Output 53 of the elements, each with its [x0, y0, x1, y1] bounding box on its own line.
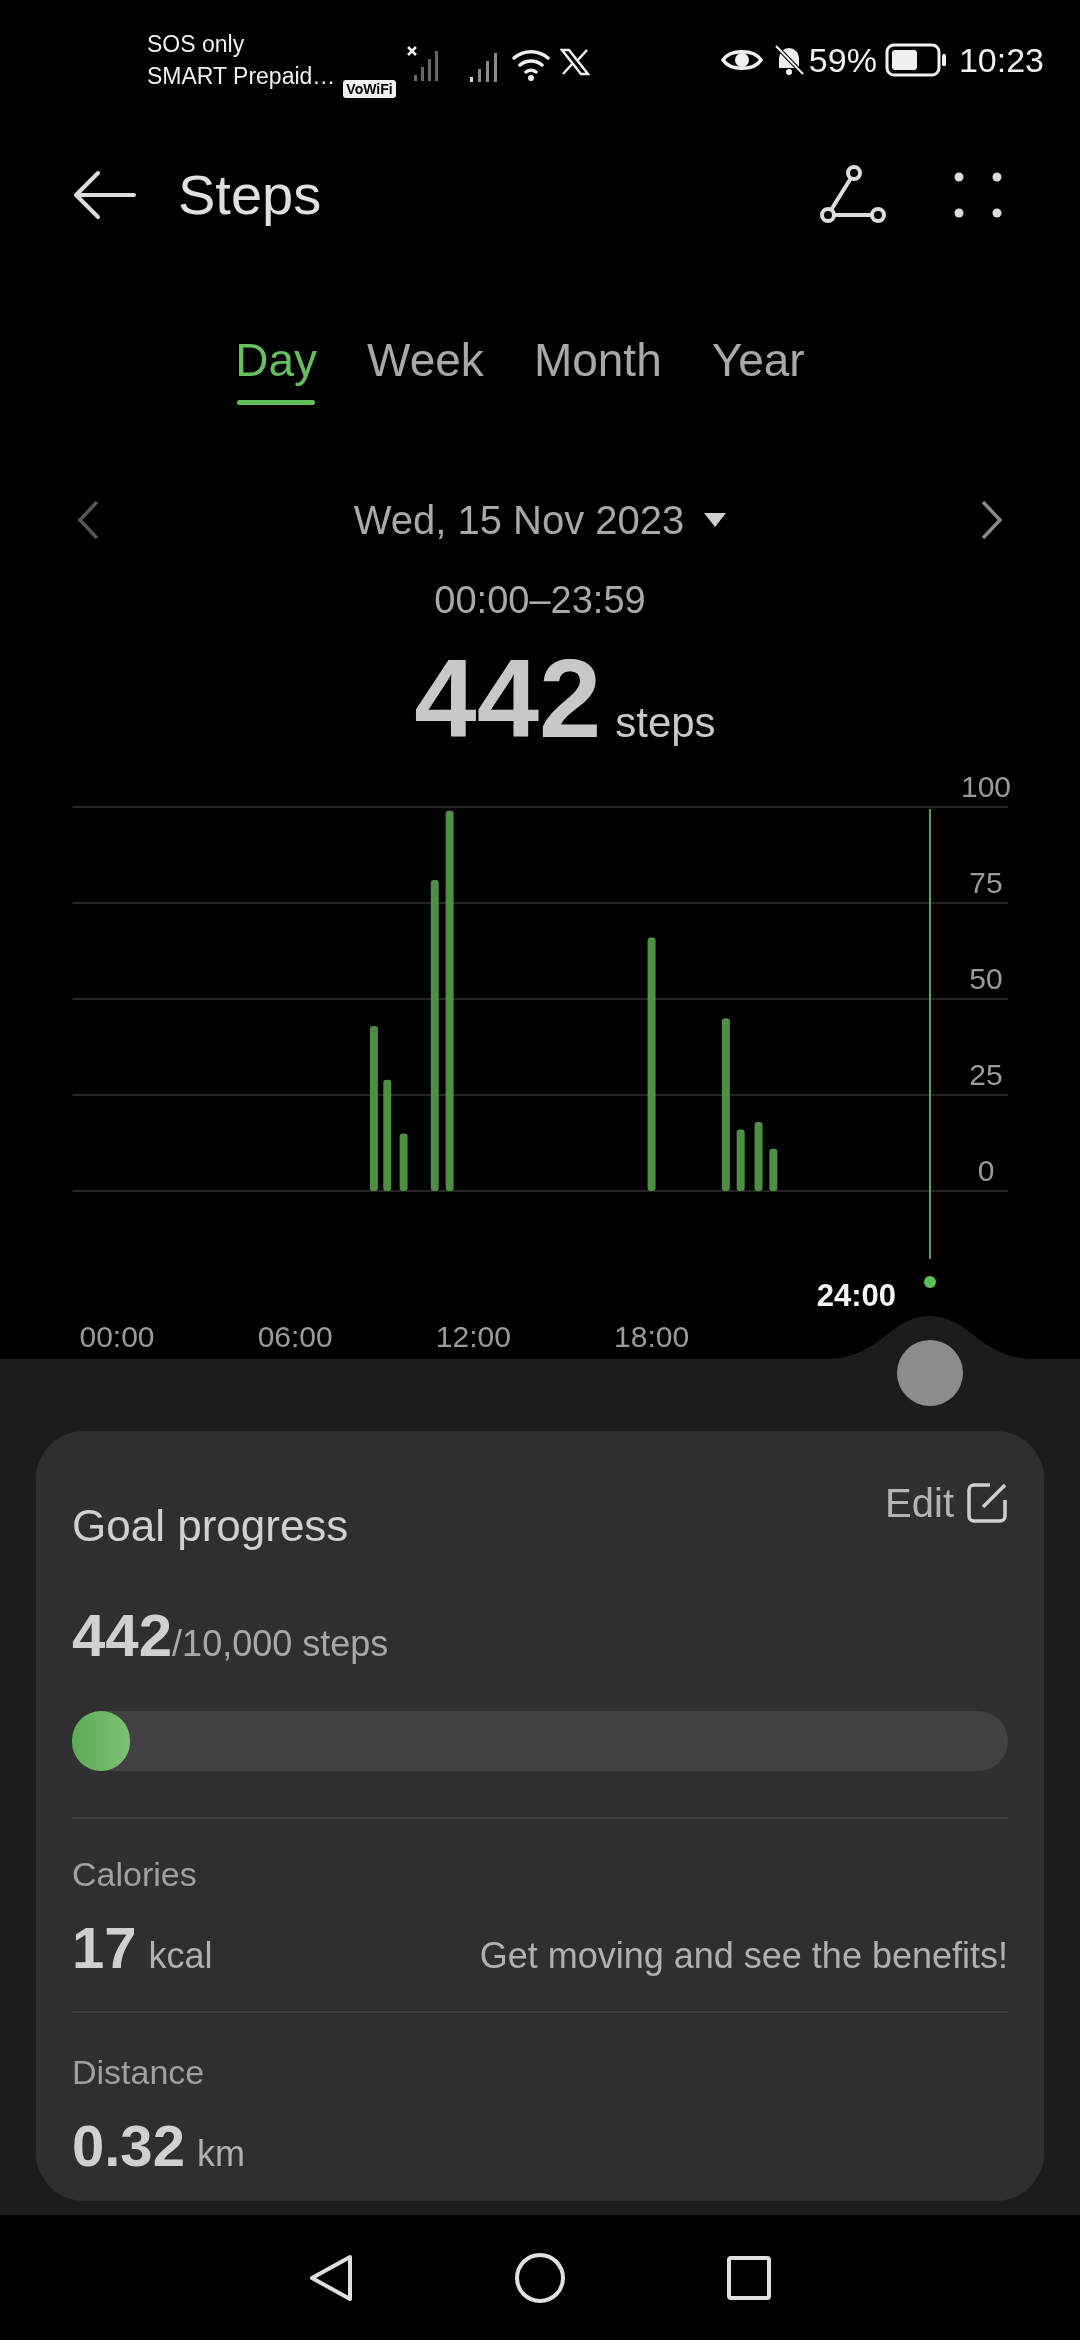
back-arrow-icon: [72, 170, 136, 220]
stat-label: Distance: [72, 2052, 206, 2093]
step-unit: steps: [615, 698, 716, 748]
stat-hint: Get moving and see the benefits!: [479, 1934, 1008, 1978]
date-label[interactable]: Wed, 15 Nov 2023: [353, 490, 685, 550]
y-tick-label: 0: [977, 1154, 995, 1187]
period-tab[interactable]: Year: [711, 315, 805, 405]
stat-value: 17: [72, 1914, 137, 1982]
x-tick-label: 18:00: [614, 1320, 690, 1353]
step-bar: [736, 1129, 745, 1191]
step-total: 442: [414, 635, 602, 763]
bell-off-icon: [772, 43, 805, 77]
period-tab[interactable]: Week: [367, 315, 484, 405]
home-nav-icon[interactable]: [514, 2251, 566, 2304]
previous-chevron-icon[interactable]: [76, 499, 100, 541]
more-dots-icon: [954, 172, 1002, 218]
cursor-time-label: 24:00: [816, 1278, 896, 1313]
goal-target: /10,000 steps: [172, 1623, 389, 1666]
stat-value: 0.32: [72, 2112, 185, 2180]
period-tab[interactable]: Month: [533, 315, 662, 405]
vowifi-badge: VoWiFi: [343, 80, 396, 98]
x-logo-icon: [559, 48, 590, 76]
time-range: 00:00–23:59: [434, 578, 646, 623]
x-tick-label: 00:00: [79, 1320, 155, 1353]
route-nodes-icon: [820, 165, 886, 225]
card-title: Goal progress: [72, 1500, 349, 1552]
recents-nav-icon[interactable]: [726, 2254, 772, 2301]
dropdown-caret-icon[interactable]: [704, 513, 727, 527]
cursor-dot: [924, 1276, 936, 1288]
y-tick-label: 100: [960, 770, 1012, 803]
step-bar: [769, 1148, 778, 1191]
stat-unit: kcal: [148, 1934, 213, 1978]
y-tick-label: 50: [969, 962, 1003, 995]
battery-icon: [884, 43, 947, 77]
next-chevron-icon[interactable]: [980, 499, 1004, 541]
x-tick-label: 06:00: [257, 1320, 333, 1353]
period-tab[interactable]: Day: [235, 315, 318, 405]
carrier-text: SOS only: [147, 30, 246, 59]
step-bar: [399, 1133, 408, 1191]
goal-current: 442: [72, 1601, 173, 1671]
battery-percent: 59%: [808, 39, 877, 81]
stat-label: Calories: [72, 1854, 198, 1895]
y-tick-label: 75: [969, 866, 1003, 899]
edit-button[interactable]: Edit: [885, 1473, 1008, 1533]
carrier-text: SMART Prepaid…: [147, 62, 336, 91]
clock: 10:23: [958, 39, 1044, 81]
x-tick-label: 12:00: [435, 1320, 511, 1353]
stat-unit: km: [196, 2132, 245, 2176]
page-title: Steps: [178, 162, 322, 228]
step-bar: [754, 1121, 763, 1191]
y-tick-label: 25: [969, 1058, 1003, 1091]
edit-icon: [966, 1482, 1008, 1524]
back-nav-icon[interactable]: [308, 2252, 354, 2303]
